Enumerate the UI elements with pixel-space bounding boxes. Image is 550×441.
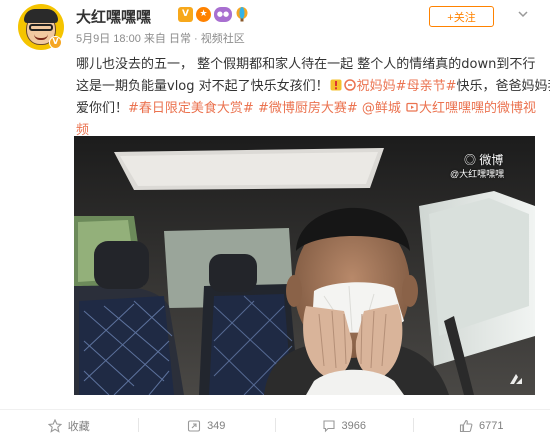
comment-button[interactable]: 3966 [275,410,413,441]
mention-xiancheng[interactable]: @鲜城 [362,101,401,116]
vip-crown-icon[interactable]: ★ [196,7,211,22]
watermark-handle: @大红嘿嘿嘿 [450,169,505,179]
link-icon [343,79,356,91]
avatar-hair [24,9,58,23]
comment-icon [322,419,335,432]
thumbs-up-icon [459,419,473,432]
follow-button[interactable]: +关注 [429,6,494,27]
post-text-line-2: 这是一期负能量vlog 对不起了快乐女孩们！ 祝妈妈#母亲节#快乐，爸爸妈妈我 [76,76,550,98]
hashtag-spring-food[interactable]: #春日限定美食大赏# [128,101,254,116]
collect-button[interactable]: 收藏 [0,410,138,441]
video-link-icon [406,102,418,112]
post-text-2a: 这是一期负能量vlog 对不起了快乐女孩们！ [76,79,329,94]
post-text: 哪儿也没去的五一， 整个假期都和家人待在一起 整个人的情绪真的down到不行 这… [76,54,550,142]
repost-count: 349 [207,419,226,432]
comment-count: 3966 [341,419,366,432]
video-link[interactable]: 大红嘿嘿嘿的微博视 [419,101,536,116]
mother-link[interactable]: 祝妈妈 [357,79,396,94]
username[interactable]: 大红嘿嘿嘿 [76,6,151,27]
hashtag-mothers-day[interactable]: #母亲节# [396,79,457,94]
post-text-line-1: 哪儿也没去的五一， 整个假期都和家人待在一起 整个人的情绪真的down到不行 [76,57,536,72]
member-level-icon[interactable]: ●● [214,7,232,22]
balloon-icon[interactable] [235,7,249,22]
post-text-3a: 爱你们！ [76,101,129,116]
collect-label: 收藏 [67,420,90,433]
post-date[interactable]: 5月9日 18:00 [76,33,141,45]
chevron-down-icon[interactable] [517,8,529,20]
avatar-glasses [29,24,53,31]
star-icon [47,418,62,433]
hashtag-weibo-kitchen[interactable]: #微博厨房大赛# [258,101,358,116]
verified-badge-icon: V [49,36,62,49]
like-button[interactable]: 6771 [412,410,550,441]
source-prefix: 来自 [143,33,166,45]
post-text-2c: 快乐，爸爸妈妈我 [456,79,550,94]
weibo-post-card: V 大红嘿嘿嘿 V ★ ●● 5月9日 18:00 来自 日常 · 视频社区 +… [0,0,550,441]
weibo-watermark: ◎ 微博 [464,151,503,168]
post-meta: 5月9日 18:00 来自 日常 · 视频社区 [76,30,245,46]
exclamation-emoji-icon [330,79,342,91]
post-text-line-3: 爱你们！#春日限定美食大赏# #微博厨房大赛# @鲜城 大红嘿嘿嘿的微博视 [76,98,536,120]
repost-button[interactable]: 349 [137,410,276,441]
weibo-watermark-text: 微博 [479,153,504,167]
verified-v-icon[interactable]: V [178,7,193,22]
user-badges: V ★ ●● [178,7,249,22]
like-count: 6771 [479,419,504,432]
video-brand-icon [510,374,522,384]
repost-icon [188,419,201,432]
weibo-logo-icon: ◎ [464,153,477,167]
action-bar: 收藏 349 3966 6771 [0,409,550,441]
post-source: 日常 · 视频社区 [168,33,245,45]
